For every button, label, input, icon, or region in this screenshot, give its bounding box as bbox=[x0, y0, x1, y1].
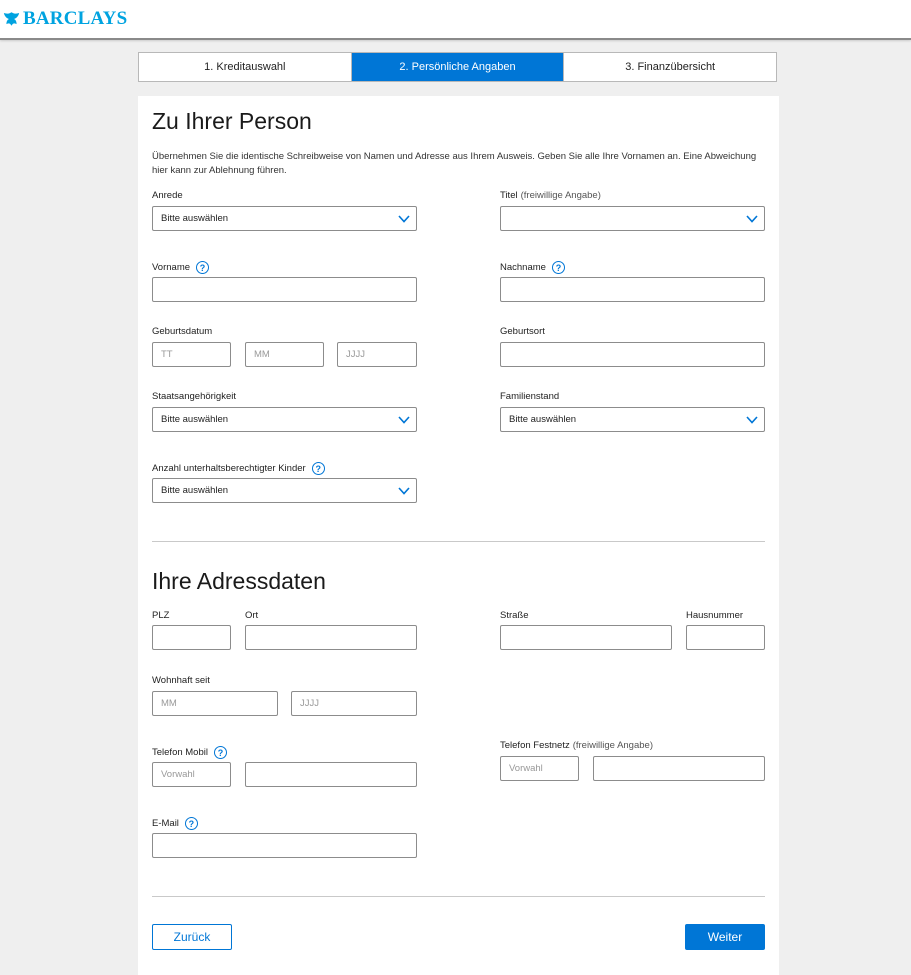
wohnhaft-monat-input[interactable]: MM bbox=[152, 691, 278, 716]
help-icon[interactable]: ? bbox=[196, 261, 210, 274]
nachname-label: Nachname? bbox=[500, 261, 565, 274]
familienstand-label: Familienstand bbox=[500, 391, 560, 402]
brand-name: BARCLAYS bbox=[23, 8, 128, 29]
placeholder-mm: MM bbox=[161, 698, 177, 709]
section-title-address: Ihre Adressdaten bbox=[152, 568, 326, 594]
next-button[interactable]: Weiter bbox=[685, 924, 765, 950]
geburtsdatum-tag-input[interactable]: TT bbox=[152, 342, 231, 367]
festnetz-label: Telefon Festnetz (freiwillige Angabe) bbox=[500, 740, 653, 751]
help-icon[interactable]: ? bbox=[213, 746, 227, 759]
plz-input[interactable] bbox=[152, 625, 231, 650]
geburtsdatum-jahr-input[interactable]: JJJJ bbox=[337, 342, 417, 367]
kinder-value: Bitte auswählen bbox=[161, 485, 229, 496]
mobil-vorwahl-input[interactable]: Vorwahl bbox=[152, 762, 231, 787]
anrede-select[interactable]: Bitte auswählen bbox=[152, 206, 417, 231]
festnetz-vorwahl-input[interactable]: Vorwahl bbox=[500, 756, 579, 781]
progress-steps: 1. Kreditauswahl 2. Persönliche Angaben … bbox=[138, 52, 777, 82]
barclays-logo[interactable]: BARCLAYS bbox=[3, 8, 127, 30]
email-label: E-Mail? bbox=[152, 817, 198, 830]
strasse-label: Straße bbox=[500, 610, 529, 621]
nachname-input[interactable] bbox=[500, 277, 765, 302]
help-icon[interactable]: ? bbox=[551, 261, 565, 274]
geburtsort-label: Geburtsort bbox=[500, 326, 545, 337]
staatsangehoerigkeit-value: Bitte auswählen bbox=[161, 414, 229, 425]
geburtsdatum-label: Geburtsdatum bbox=[152, 326, 213, 337]
plz-label: PLZ bbox=[152, 610, 170, 621]
chevron-down-icon bbox=[398, 215, 410, 223]
help-icon[interactable]: ? bbox=[184, 817, 198, 830]
form-card: Zu Ihrer Person Übernehmen Sie die ident… bbox=[138, 96, 779, 975]
placeholder-jjjj: JJJJ bbox=[300, 698, 319, 709]
geburtsdatum-monat-input[interactable]: MM bbox=[245, 342, 324, 367]
staatsangehoerigkeit-select[interactable]: Bitte auswählen bbox=[152, 407, 417, 432]
mobil-nummer-input[interactable] bbox=[245, 762, 417, 787]
chevron-down-icon bbox=[398, 487, 410, 495]
titel-select[interactable] bbox=[500, 206, 765, 231]
familienstand-select[interactable]: Bitte auswählen bbox=[500, 407, 765, 432]
placeholder-vorwahl: Vorwahl bbox=[161, 769, 195, 780]
placeholder-vorwahl: Vorwahl bbox=[509, 763, 543, 774]
step-finanzuebersicht[interactable]: 3. Finanzübersicht bbox=[564, 53, 776, 81]
familienstand-value: Bitte auswählen bbox=[509, 414, 577, 425]
hausnummer-label: Hausnummer bbox=[686, 610, 744, 621]
placeholder-mm: MM bbox=[254, 349, 270, 360]
chevron-down-icon bbox=[398, 416, 410, 424]
intro-text: Übernehmen Sie die identische Schreibwei… bbox=[152, 151, 757, 176]
vorname-label: Vorname? bbox=[152, 261, 210, 274]
ort-label: Ort bbox=[245, 610, 259, 621]
eagle-icon bbox=[3, 12, 20, 26]
email-input[interactable] bbox=[152, 833, 417, 858]
section-title-person: Zu Ihrer Person bbox=[152, 108, 312, 134]
section-divider bbox=[152, 541, 765, 542]
festnetz-nummer-input[interactable] bbox=[593, 756, 765, 781]
wohnhaft-label: Wohnhaft seit bbox=[152, 675, 210, 686]
ort-input[interactable] bbox=[245, 625, 417, 650]
help-icon[interactable]: ? bbox=[311, 462, 325, 475]
header: BARCLAYS bbox=[0, 0, 911, 40]
chevron-down-icon bbox=[746, 416, 758, 424]
step-persoenliche-angaben[interactable]: 2. Persönliche Angaben bbox=[351, 53, 565, 81]
anrede-value: Bitte auswählen bbox=[161, 213, 229, 224]
hausnummer-input[interactable] bbox=[686, 625, 765, 650]
back-button[interactable]: Zurück bbox=[152, 924, 232, 950]
kinder-label: Anzahl unterhaltsberechtigter Kinder? bbox=[152, 462, 325, 475]
wohnhaft-jahr-input[interactable]: JJJJ bbox=[291, 691, 417, 716]
vorname-input[interactable] bbox=[152, 277, 417, 302]
staatsangehoerigkeit-label: Staatsangehörigkeit bbox=[152, 391, 236, 402]
geburtsort-input[interactable] bbox=[500, 342, 765, 367]
titel-label: Titel (freiwillige Angabe) bbox=[500, 190, 601, 201]
placeholder-jjjj: JJJJ bbox=[346, 349, 365, 360]
mobil-label: Telefon Mobil? bbox=[152, 746, 227, 759]
chevron-down-icon bbox=[746, 215, 758, 223]
kinder-select[interactable]: Bitte auswählen bbox=[152, 478, 417, 503]
strasse-input[interactable] bbox=[500, 625, 672, 650]
anrede-label: Anrede bbox=[152, 190, 183, 201]
section-divider bbox=[152, 896, 765, 897]
step-kreditauswahl[interactable]: 1. Kreditauswahl bbox=[139, 53, 352, 81]
placeholder-tt: TT bbox=[161, 349, 173, 360]
